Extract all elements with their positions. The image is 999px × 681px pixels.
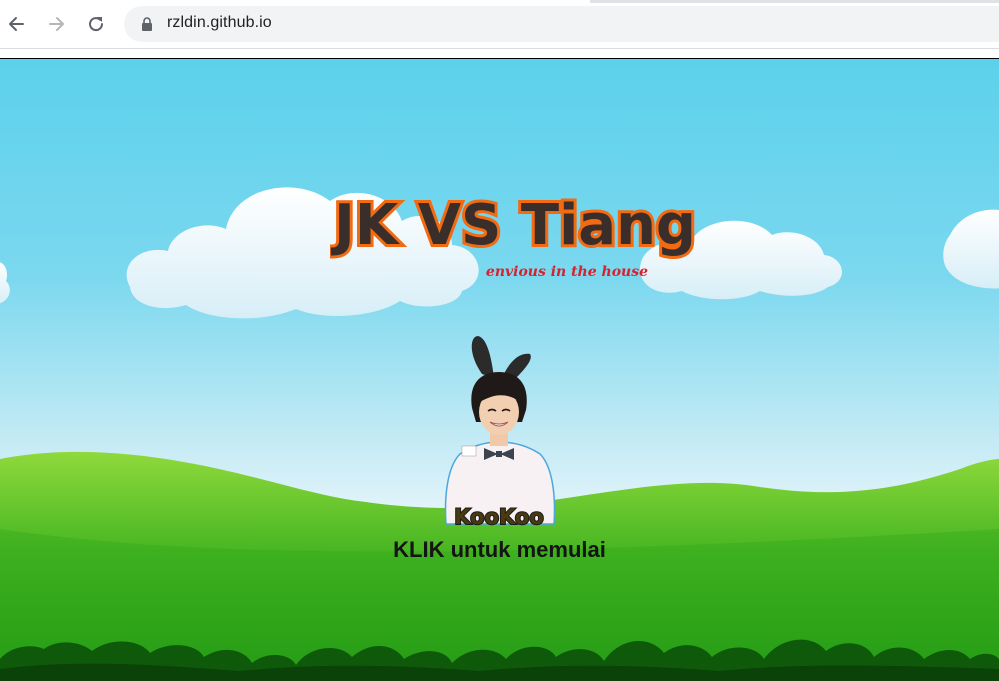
game-subtitle: envious in the house xyxy=(486,264,648,280)
character-illustration: KooKoo xyxy=(444,336,556,530)
reload-button[interactable] xyxy=(82,10,110,38)
tab-strip xyxy=(590,0,999,3)
back-arrow-icon xyxy=(9,17,24,31)
lock-icon xyxy=(142,17,152,31)
browser-toolbar: rzldin.github.io xyxy=(0,0,999,49)
back-button[interactable] xyxy=(3,10,31,38)
game-title: JK VS Tiang xyxy=(330,193,696,258)
forward-button[interactable] xyxy=(42,10,70,38)
game-logo: JK VS Tiang envious in the house xyxy=(330,190,699,280)
reload-icon xyxy=(89,17,104,32)
game-viewport[interactable]: JK VS Tiang envious in the house KooKoo … xyxy=(0,58,999,681)
cloud xyxy=(0,262,10,304)
character-kookoo[interactable]: KooKoo xyxy=(438,334,560,530)
address-bar[interactable]: rzldin.github.io xyxy=(124,6,999,42)
cloud xyxy=(943,209,999,289)
character-name: KooKoo xyxy=(454,505,544,529)
forward-arrow-icon xyxy=(49,17,64,31)
url-text: rzldin.github.io xyxy=(167,14,272,31)
start-prompt[interactable]: KLIK untuk memulai xyxy=(0,537,999,563)
